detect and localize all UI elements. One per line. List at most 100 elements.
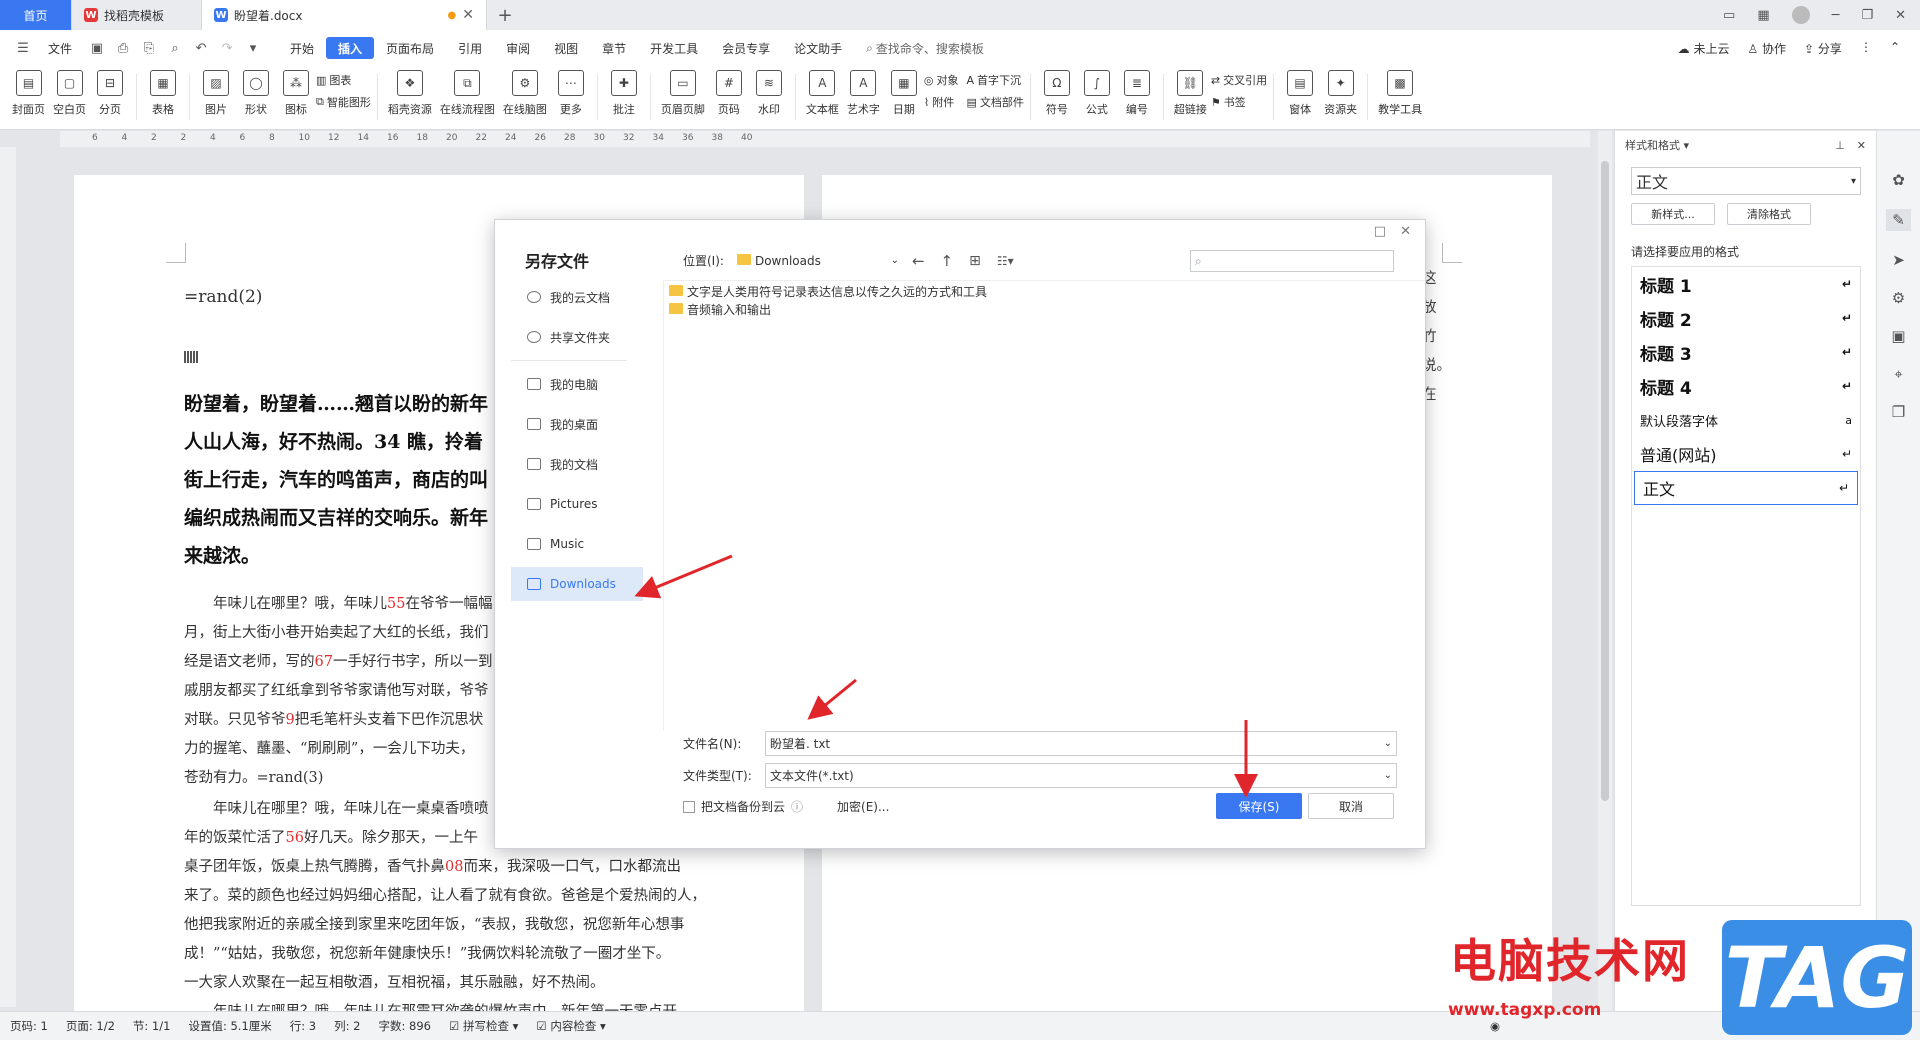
ribbon-btn-2[interactable]: ⊟ 分页 <box>90 66 130 117</box>
save-button[interactable]: 保存(S) <box>1216 793 1302 819</box>
ribbon-bookmark-button[interactable]: ⚑ 书签 <box>1211 94 1267 110</box>
side-pictures[interactable]: Pictures <box>495 487 655 521</box>
ribbon-object-button[interactable]: ◎ 对象 <box>924 72 959 88</box>
more-quick-icon[interactable]: ▾ <box>245 40 261 56</box>
layout-icon[interactable]: ▭ <box>1723 8 1735 23</box>
up-icon[interactable]: ↑ <box>941 252 954 270</box>
new-folder-icon[interactable]: ⊞ <box>969 253 981 269</box>
ribbon-btn-10[interactable]: ⋯ 更多 <box>551 66 591 117</box>
side-desktop[interactable]: 我的桌面 <box>495 407 655 441</box>
more-icon[interactable]: ⋮ <box>1860 40 1872 57</box>
status-words[interactable]: 字数: 896 <box>379 1018 431 1034</box>
save-icon[interactable]: ▣ <box>89 40 105 56</box>
maximize-dialog-icon[interactable]: □ <box>1374 224 1386 239</box>
ribbon-btn-9[interactable]: ⚙ 在线脑图 <box>499 66 551 117</box>
ribbon-crossref-button[interactable]: ⇄ 交叉引用 <box>1211 72 1267 88</box>
theme-icon[interactable]: ✿ <box>1892 171 1905 189</box>
hamburger-icon[interactable]: ☰ <box>15 40 31 56</box>
status-page[interactable]: 页码: 1 <box>10 1018 48 1034</box>
adjust-icon[interactable]: ⚙ <box>1892 289 1905 307</box>
grid-icon[interactable]: ▦ <box>1757 8 1769 23</box>
ribbon-btn-4[interactable]: ▨ 图片 <box>196 66 236 117</box>
style-heading-3[interactable]: 标题 3 ↵ <box>1632 335 1860 369</box>
encrypt-link[interactable]: 加密(E)... <box>837 798 889 815</box>
view-mode-icon[interactable]: ☷▾ <box>997 254 1014 268</box>
ribbon-btn-12[interactable]: ▭ 页眉页脚 <box>657 66 709 117</box>
side-documents[interactable]: 我的文档 <box>495 447 655 481</box>
ribbon-chart-button[interactable]: ▥ 图表 <box>316 72 371 88</box>
style-normal[interactable]: 正文 ↵ <box>1634 471 1858 505</box>
status-row[interactable]: 行: 3 <box>290 1018 316 1034</box>
menu-view[interactable]: 视图 <box>542 37 590 59</box>
ribbon-btn-13[interactable]: # 页码 <box>709 66 749 117</box>
menu-layout[interactable]: 页面布局 <box>374 37 446 59</box>
collapse-ribbon-icon[interactable]: ⌃ <box>1890 40 1900 57</box>
style-heading-2[interactable]: 标题 2 ↵ <box>1632 301 1860 335</box>
share-button[interactable]: ⇪ 分享 <box>1804 40 1842 57</box>
file-item[interactable]: 音频输入和输出 <box>669 301 1419 319</box>
ribbon-btn-0[interactable]: ▤ 封面页 <box>8 66 49 117</box>
ribbon-btn-22[interactable]: ▤ 窗体 <box>1280 66 1320 117</box>
ribbon-btn-8[interactable]: ⧉ 在线流程图 <box>436 66 499 117</box>
menu-review[interactable]: 审阅 <box>494 37 542 59</box>
status-section[interactable]: 节: 1/1 <box>133 1018 171 1034</box>
ribbon-btn-15[interactable]: A 文本框 <box>802 66 843 117</box>
book-icon[interactable]: ❐ <box>1892 403 1905 421</box>
close-window-icon[interactable]: ✕ <box>1895 8 1906 23</box>
status-setting[interactable]: 设置值: 5.1厘米 <box>188 1018 271 1034</box>
filetype-select[interactable]: 文本文件(*.txt) ⌄ <box>765 763 1397 788</box>
ribbon-btn-19[interactable]: ∫ 公式 <box>1077 66 1117 117</box>
avatar[interactable] <box>1791 6 1810 24</box>
close-dialog-icon[interactable]: ✕ <box>1400 224 1411 239</box>
ribbon-dropcap-button[interactable]: A 首字下沉 <box>966 72 1023 88</box>
style-heading-4[interactable]: 标题 4 ↵ <box>1632 369 1860 403</box>
location-icon[interactable]: ⌖ <box>1894 365 1902 383</box>
style-heading-1[interactable]: 标题 1 ↵ <box>1632 267 1860 301</box>
ribbon-btn-20[interactable]: ≣ 编号 <box>1117 66 1157 117</box>
menu-member[interactable]: 会员专享 <box>710 37 782 59</box>
menu-devtools[interactable]: 开发工具 <box>638 37 710 59</box>
ribbon-btn-16[interactable]: A 艺术字 <box>843 66 884 117</box>
ribbon-docparts-button[interactable]: ▤ 文档部件 <box>966 94 1023 110</box>
dialog-search-input[interactable]: ⌕ <box>1190 250 1394 272</box>
cloud-status[interactable]: ☁ 未上云 <box>1678 40 1730 57</box>
styles-pane-title[interactable]: 样式和格式 ▾ <box>1625 137 1689 153</box>
eye-icon[interactable]: ◉ <box>1490 1019 1500 1033</box>
backup-checkbox[interactable] <box>683 800 695 813</box>
scrollbar-thumb[interactable] <box>1601 161 1609 801</box>
side-shared[interactable]: 共享文件夹 <box>495 320 655 354</box>
location-select[interactable]: Downloads ⌄ <box>731 248 904 273</box>
menu-insert[interactable]: 插入 <box>326 37 375 59</box>
file-item[interactable]: 文字是人类用符号记录表达信息以传之久远的方式和工具 <box>669 283 1419 301</box>
export-pdf-icon[interactable]: ⎙ <box>115 40 131 56</box>
cancel-button[interactable]: 取消 <box>1308 793 1394 819</box>
close-tab-icon[interactable]: ✕ <box>462 7 474 23</box>
document-scrollbar[interactable] <box>1598 131 1612 1011</box>
current-style-select[interactable]: 正文 ▾ <box>1631 167 1861 195</box>
ribbon-btn-17[interactable]: ▦ 日期 <box>884 66 924 117</box>
menu-start[interactable]: 开始 <box>278 37 326 59</box>
ribbon-btn-1[interactable]: ▢ 空白页 <box>49 66 90 117</box>
menu-thesis[interactable]: 论文助手 <box>782 37 854 59</box>
ribbon-btn-11[interactable]: ✚ 批注 <box>604 66 644 117</box>
collab-button[interactable]: ♙ 协作 <box>1747 40 1786 57</box>
style-web[interactable]: 普通(网站) ↵ <box>1632 437 1860 471</box>
menu-file[interactable]: 文件 <box>36 37 84 59</box>
undo-icon[interactable]: ↶ <box>193 40 209 56</box>
ribbon-attachment-button[interactable]: ⌇ 附件 <box>924 94 959 110</box>
menu-reference[interactable]: 引用 <box>446 37 494 59</box>
image-icon[interactable]: ▣ <box>1891 327 1905 345</box>
clear-format-button[interactable]: 清除格式 <box>1727 203 1811 225</box>
preview-icon[interactable]: ⌕ <box>167 40 183 56</box>
content-check[interactable]: ☑ 内容检查 ▾ <box>536 1018 605 1034</box>
ribbon-btn-14[interactable]: ≋ 水印 <box>749 66 789 117</box>
ribbon-btn-7[interactable]: ❖ 稻壳资源 <box>384 66 436 117</box>
print-icon[interactable]: ⎘ <box>141 40 157 56</box>
menu-chapter[interactable]: 章节 <box>590 37 638 59</box>
ribbon-btn-18[interactable]: Ω 符号 <box>1037 66 1077 117</box>
style-default-font[interactable]: 默认段落字体 a <box>1632 403 1860 437</box>
ribbon-btn-6[interactable]: ⁂ 图标 <box>276 66 316 117</box>
maximize-icon[interactable]: ❐ <box>1861 8 1873 23</box>
close-pane-icon[interactable]: ✕ <box>1857 139 1866 152</box>
info-icon[interactable]: ⓘ <box>791 798 803 815</box>
